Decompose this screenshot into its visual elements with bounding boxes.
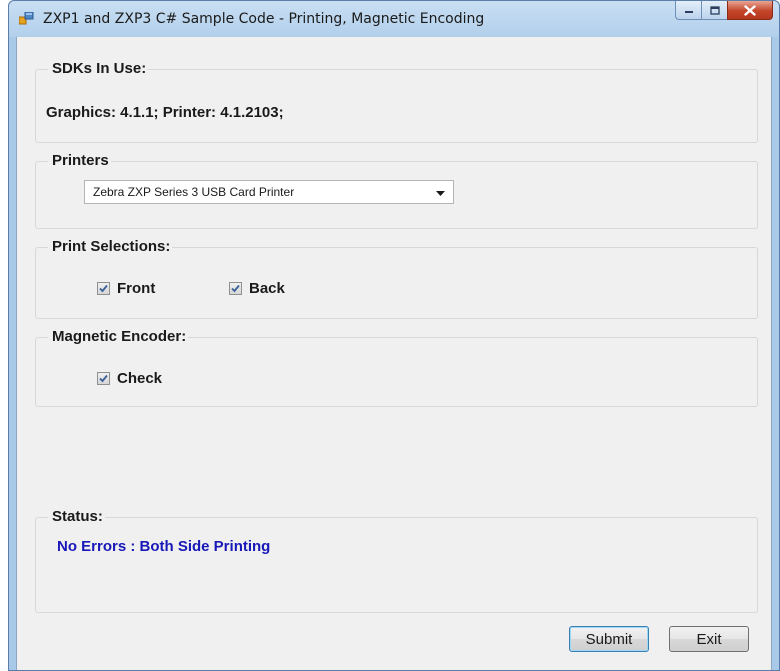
check-checkbox[interactable]: Check (97, 370, 162, 387)
print-selections-group: Print Selections: Front Back (35, 238, 758, 319)
app-window-icon (19, 12, 34, 25)
check-checkbox-label: Check (117, 370, 163, 387)
exit-button[interactable]: Exit (669, 626, 749, 652)
client-area: SDKs In Use: Graphics: 4.1.1; Printer: 4… (16, 37, 772, 670)
magnetic-encoder-group-label: Magnetic Encoder: (48, 328, 189, 345)
maximize-button[interactable] (701, 1, 727, 20)
checkmark-icon (231, 284, 240, 293)
minimize-button[interactable] (675, 1, 701, 20)
front-checkbox-label: Front (117, 280, 156, 297)
close-icon (744, 4, 756, 16)
chevron-down-icon (436, 191, 445, 196)
status-group-label: Status: (48, 508, 105, 525)
front-checkbox-box[interactable] (97, 282, 110, 295)
check-checkbox-box[interactable] (97, 372, 110, 385)
close-button[interactable] (727, 1, 773, 20)
back-checkbox[interactable]: Back (229, 280, 285, 297)
printers-group: Printers Zebra ZXP Series 3 USB Card Pri… (35, 152, 758, 229)
back-checkbox-box[interactable] (229, 282, 242, 295)
maximize-icon (709, 5, 720, 15)
checkmark-icon (99, 284, 108, 293)
minimize-icon (684, 11, 693, 13)
title-bar[interactable]: ZXP1 and ZXP3 C# Sample Code - Printing,… (9, 1, 779, 37)
app-window: ZXP1 and ZXP3 C# Sample Code - Printing,… (8, 0, 780, 671)
status-group: Status: No Errors : Both Side Printing (35, 508, 758, 613)
sdk-versions-text: Graphics: 4.1.1; Printer: 4.1.2103; (46, 104, 284, 121)
print-selections-group-label: Print Selections: (48, 238, 173, 255)
submit-button[interactable]: Submit (569, 626, 649, 652)
status-message: No Errors : Both Side Printing (57, 538, 271, 555)
front-checkbox[interactable]: Front (97, 280, 155, 297)
window-controls (675, 1, 773, 20)
printer-select[interactable]: Zebra ZXP Series 3 USB Card Printer (84, 180, 454, 204)
checkmark-icon (99, 374, 108, 383)
magnetic-encoder-group: Magnetic Encoder: Check (35, 328, 758, 407)
sdks-group-label: SDKs In Use: (48, 60, 149, 77)
window-title: ZXP1 and ZXP3 C# Sample Code - Printing,… (43, 11, 485, 27)
back-checkbox-label: Back (249, 280, 285, 297)
printers-group-label: Printers (48, 152, 111, 169)
printer-select-value: Zebra ZXP Series 3 USB Card Printer (93, 185, 295, 199)
sdks-group: SDKs In Use: Graphics: 4.1.1; Printer: 4… (35, 60, 758, 143)
